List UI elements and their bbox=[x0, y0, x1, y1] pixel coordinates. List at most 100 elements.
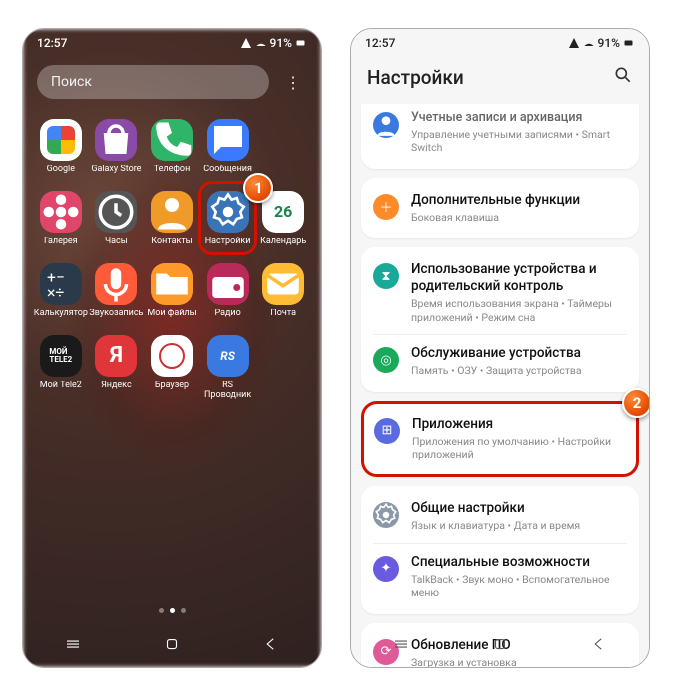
app-сообщения[interactable]: Сообщения bbox=[200, 113, 256, 181]
mail-icon bbox=[262, 263, 304, 305]
app-label: Календарь bbox=[260, 237, 306, 247]
folder-icon bbox=[151, 263, 193, 305]
row-subtitle: Время использования экрана • Таймеры при… bbox=[411, 297, 627, 324]
nav-bar bbox=[351, 625, 649, 667]
app-контакты[interactable]: Контакты bbox=[144, 185, 200, 253]
flower-icon bbox=[40, 191, 82, 233]
row-title: Учетные записи и архивация bbox=[411, 110, 627, 126]
row-subtitle: Память • ОЗУ • Защита устройства bbox=[411, 364, 627, 378]
apps-icon: ⊞ bbox=[374, 418, 400, 444]
app-label: Телефон bbox=[154, 165, 191, 175]
app-почта[interactable]: Почта bbox=[255, 257, 311, 325]
row-title: Обслуживание устройства bbox=[411, 345, 627, 362]
app-label: Контакты bbox=[151, 237, 192, 247]
app-мои-файлы[interactable]: Мои файлы bbox=[144, 257, 200, 325]
settings-card: ＋Дополнительные функцииБоковая клавиша bbox=[361, 178, 639, 239]
mic-icon bbox=[95, 263, 137, 305]
settings-row-специальные[interactable]: ✦Специальные возможностиTalkBack • Звук … bbox=[373, 550, 627, 604]
ic-browser-icon bbox=[151, 335, 193, 377]
app-label: Галерея bbox=[44, 237, 78, 247]
row-title: Общие настройки bbox=[411, 500, 627, 517]
svg-text:×÷: ×÷ bbox=[47, 283, 64, 302]
settings-card: ⧗ Использование устройства и родительский… bbox=[361, 247, 639, 392]
app-label: Сообщения bbox=[203, 165, 252, 175]
gear-icon bbox=[207, 191, 249, 233]
nav-bar bbox=[23, 625, 321, 667]
app-label: Google bbox=[47, 165, 75, 175]
calc-icon: +−×÷ bbox=[40, 263, 82, 305]
app-label: Звукозапись bbox=[89, 309, 143, 319]
app-label: Радио bbox=[214, 309, 240, 319]
status-indicators: 91% bbox=[240, 36, 307, 50]
app-label: Galaxy Store bbox=[91, 165, 141, 175]
status-time: 12:57 bbox=[365, 36, 395, 50]
radio-icon bbox=[207, 263, 249, 305]
app-настройки[interactable]: Настройки1 bbox=[200, 185, 256, 253]
nav-back-icon[interactable] bbox=[590, 635, 608, 657]
app-label: Часы bbox=[105, 237, 128, 247]
settings-card: Общие настройки Язык и клавиатура • Дата … bbox=[361, 486, 639, 614]
app-galaxy-store[interactable]: Galaxy Store bbox=[89, 113, 145, 181]
row-subtitle: Приложения по умолчанию • Настройки прил… bbox=[412, 435, 626, 462]
hourglass-icon: ⧗ bbox=[373, 263, 399, 289]
app-label: Настройки bbox=[205, 237, 251, 247]
status-indicators: 91% bbox=[568, 36, 635, 50]
settings-row-дополнительные[interactable]: ＋Дополнительные функцииБоковая клавиша bbox=[373, 188, 627, 229]
status-bar: 12:57 91% bbox=[351, 29, 649, 57]
app-label: Яндекс bbox=[101, 381, 132, 391]
person-icon bbox=[151, 191, 193, 233]
settings-card: Учетные записи и архивация Управление уче… bbox=[361, 104, 639, 169]
app-rs-проводник[interactable]: RSRS Проводник bbox=[200, 329, 256, 407]
person-icon bbox=[373, 112, 399, 138]
app-label: RS Проводник bbox=[201, 381, 255, 401]
settings-row-учетные[interactable]: Учетные записи и архивация Управление уче… bbox=[373, 106, 627, 159]
status-time: 12:57 bbox=[37, 36, 67, 50]
row-title: Использование устройства и родительский … bbox=[411, 261, 627, 295]
app-label: Мои файлы bbox=[147, 309, 196, 319]
settings-list[interactable]: Учетные записи и архивация Управление уче… bbox=[351, 104, 649, 668]
search-icon[interactable] bbox=[613, 65, 633, 90]
nav-home-icon[interactable] bbox=[163, 635, 181, 657]
row-subtitle: Язык и клавиатура • Дата и время bbox=[411, 519, 627, 533]
settings-row-обслуживание[interactable]: ◎ Обслуживание устройства Память • ОЗУ • З… bbox=[373, 341, 627, 382]
nav-back-icon[interactable] bbox=[262, 635, 280, 657]
status-bar: 12:57 91% bbox=[23, 29, 321, 57]
app-label: Браузер bbox=[155, 381, 189, 391]
nav-home-icon[interactable] bbox=[491, 635, 509, 657]
page-title: Настройки bbox=[367, 66, 464, 89]
plus-icon: ＋ bbox=[373, 194, 399, 220]
more-options-icon[interactable]: ⋮ bbox=[279, 68, 307, 96]
app-радио[interactable]: Радио bbox=[200, 257, 256, 325]
row-title: Специальные возможности bbox=[411, 554, 627, 571]
row-title: Приложения bbox=[412, 416, 626, 433]
settings-row-использование[interactable]: ⧗ Использование устройства и родительский… bbox=[373, 257, 627, 328]
ic-yandex-icon: Я bbox=[95, 335, 137, 377]
app-label: Калькулятор bbox=[34, 309, 88, 319]
row-title: Дополнительные функции bbox=[411, 192, 627, 209]
app-часы[interactable]: Часы bbox=[89, 185, 145, 253]
app-телефон[interactable]: Телефон bbox=[144, 113, 200, 181]
shop-icon bbox=[95, 119, 137, 161]
settings-row-приложения[interactable]: ⊞ Приложения Приложения по умолчанию • Нас… bbox=[374, 412, 626, 466]
settings-card-apps-highlighted: ⊞ Приложения Приложения по умолчанию • Нас… bbox=[361, 401, 639, 477]
row-subtitle: Управление учетными записями • Smart Swi… bbox=[411, 128, 627, 155]
settings-row-общие[interactable]: Общие настройки Язык и клавиатура • Дата … bbox=[373, 496, 627, 537]
nav-recent-icon[interactable] bbox=[392, 635, 410, 657]
app-google[interactable]: Google bbox=[33, 113, 89, 181]
nav-recent-icon[interactable] bbox=[64, 635, 82, 657]
search-input[interactable]: Поиск bbox=[37, 65, 269, 99]
app-галерея[interactable]: Галерея bbox=[33, 185, 89, 253]
app-калькулятор[interactable]: +−×÷ Калькулятор bbox=[33, 257, 89, 325]
msg-icon bbox=[207, 119, 249, 161]
app-яндекс[interactable]: Я Яндекс bbox=[89, 329, 145, 407]
app-браузер[interactable]: Браузер bbox=[144, 329, 200, 407]
app-grid: Google Galaxy Store Телефон Сообщения Галере… bbox=[23, 113, 321, 406]
app-label: Мой Tele2 bbox=[40, 381, 82, 391]
app-звукозапись[interactable]: Звукозапись bbox=[89, 257, 145, 325]
page-indicator bbox=[23, 608, 321, 613]
app-label: Почта bbox=[270, 309, 296, 319]
app-мой-tele2[interactable]: МОЙ TELE2Мой Tele2 bbox=[33, 329, 89, 407]
phone-home-screen: 12:57 91% Поиск ⋮ Google Galaxy Store Теле… bbox=[22, 28, 322, 668]
care-icon: ◎ bbox=[373, 347, 399, 373]
row-subtitle: TalkBack • Звук моно • Вспомогательное м… bbox=[411, 573, 627, 600]
